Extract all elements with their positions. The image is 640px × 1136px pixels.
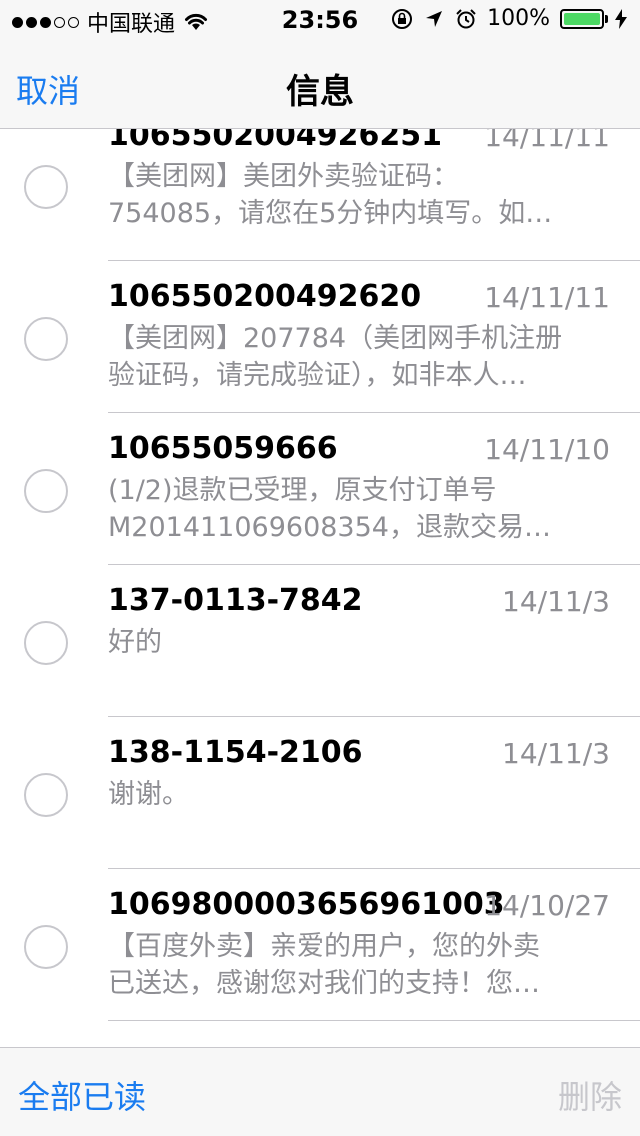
preview-line: 【美团网】美团外卖验证码： bbox=[108, 161, 459, 192]
message-row[interactable]: 106550200492620 14/11/11 【美团网】207784（美团网… bbox=[0, 270, 640, 422]
message-row[interactable]: 138-1154-2106 14/11/3 谢谢。 bbox=[0, 726, 640, 878]
mark-all-read-button[interactable]: 全部已读 bbox=[18, 1072, 146, 1118]
select-radio[interactable] bbox=[24, 925, 68, 969]
message-row[interactable]: 1069800003656961003 14/10/27 【百度外卖】亲爱的用户… bbox=[0, 878, 640, 1030]
message-date: 14/11/11 bbox=[484, 281, 610, 314]
message-date: 14/11/11 bbox=[484, 129, 610, 153]
location-arrow-icon bbox=[426, 10, 443, 27]
row-divider bbox=[108, 1020, 640, 1021]
battery-icon bbox=[560, 8, 608, 29]
preview-line: 已送达，感谢您对我们的支持！您… bbox=[108, 968, 540, 999]
battery-level bbox=[564, 12, 600, 25]
preview-line: 好的 bbox=[108, 627, 162, 658]
row-divider bbox=[108, 716, 640, 717]
message-preview: 【美团网】美团外卖验证码： 754085，请您在5分钟内填写。如… bbox=[108, 158, 610, 232]
battery-percentage: 100% bbox=[487, 6, 550, 31]
preview-line: 【美团网】207784（美团网手机注册 bbox=[108, 323, 563, 354]
preview-line: 【百度外卖】亲爱的用户，您的外卖 bbox=[108, 931, 540, 962]
status-right: 100% bbox=[391, 6, 628, 31]
row-divider bbox=[108, 564, 640, 565]
message-row[interactable]: 10655059666 14/11/10 (1/2)退款已受理，原支付订单号 M… bbox=[0, 422, 640, 574]
battery-tip bbox=[605, 14, 608, 23]
message-preview: (1/2)退款已受理，原支付订单号 M201411069608354，退款交易… bbox=[108, 472, 610, 546]
select-radio[interactable] bbox=[24, 773, 68, 817]
message-preview: 谢谢。 bbox=[108, 776, 610, 813]
message-sender: 10655059666 bbox=[108, 431, 338, 466]
select-radio[interactable] bbox=[24, 317, 68, 361]
select-radio[interactable] bbox=[24, 621, 68, 665]
message-sender: 137-0113-7842 bbox=[108, 583, 363, 618]
select-radio[interactable] bbox=[24, 469, 68, 513]
status-bar: 中国联通 23:56 100% bbox=[0, 0, 640, 40]
message-sender: 138-1154-2106 bbox=[108, 735, 363, 770]
preview-line: 谢谢。 bbox=[108, 779, 189, 810]
message-sender: 106550200492620 bbox=[108, 279, 422, 314]
row-divider bbox=[108, 412, 640, 413]
message-date: 14/11/3 bbox=[502, 585, 610, 618]
message-date: 14/11/3 bbox=[502, 737, 610, 770]
alarm-icon bbox=[456, 8, 476, 28]
message-preview: 【百度外卖】亲爱的用户，您的外卖 已送达，感谢您对我们的支持！您… bbox=[108, 928, 610, 1002]
message-preview: 【美团网】207784（美团网手机注册 验证码，请完成验证），如非本人… bbox=[108, 320, 610, 394]
rotation-lock-icon bbox=[392, 8, 413, 29]
message-row[interactable]: 1065502004926251 14/11/11 【美团网】美团外卖验证码： … bbox=[0, 129, 640, 270]
preview-line: 验证码，请完成验证），如非本人… bbox=[108, 360, 527, 391]
delete-button[interactable]: 删除 bbox=[558, 1072, 622, 1118]
message-sender: 1065502004926251 bbox=[108, 129, 442, 153]
row-divider bbox=[108, 868, 640, 869]
charging-bolt-icon bbox=[615, 8, 627, 29]
row-divider bbox=[108, 260, 640, 261]
preview-line: 754085，请您在5分钟内填写。如… bbox=[108, 198, 553, 229]
message-sender: 1069800003656961003 bbox=[108, 887, 505, 922]
select-radio[interactable] bbox=[24, 165, 68, 209]
message-date: 14/10/27 bbox=[484, 889, 610, 922]
message-row[interactable]: 137-0113-7842 14/11/3 好的 bbox=[0, 574, 640, 726]
message-list[interactable]: 1065502004926251 14/11/11 【美团网】美团外卖验证码： … bbox=[0, 129, 640, 1047]
page-title: 信息 bbox=[286, 72, 354, 112]
bottom-toolbar: 全部已读 删除 bbox=[0, 1047, 640, 1136]
message-preview: 好的 bbox=[108, 624, 610, 661]
preview-line: (1/2)退款已受理，原支付订单号 bbox=[108, 475, 497, 506]
navigation-bar: 取消 信息 bbox=[0, 40, 640, 129]
preview-line: M201411069608354，退款交易… bbox=[108, 512, 551, 543]
message-date: 14/11/10 bbox=[484, 433, 610, 466]
